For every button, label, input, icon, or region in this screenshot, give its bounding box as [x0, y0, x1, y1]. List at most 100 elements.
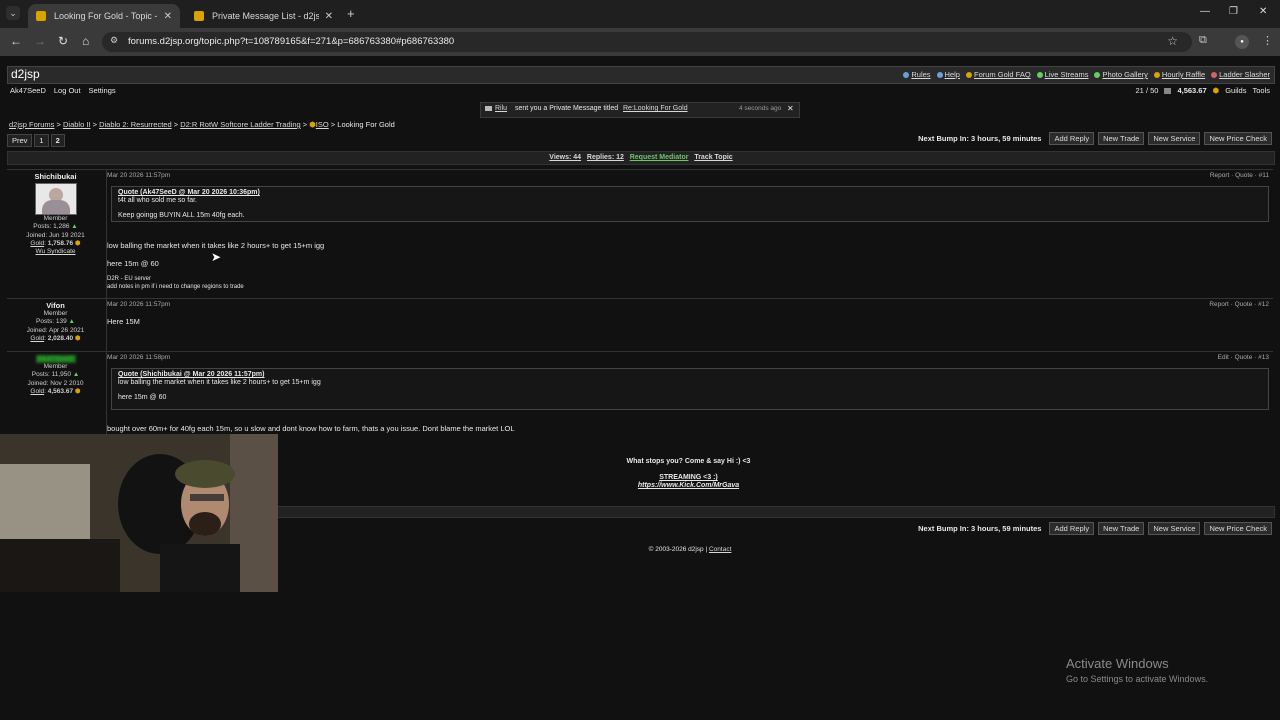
site-header: d2jsp Rules Help Forum Gold FAQ Live Str…: [7, 66, 1275, 84]
quote-line: here 15m @ 60: [118, 394, 167, 401]
post-timestamp: Mar 20 2026 11:58pm: [107, 354, 171, 361]
signature-line: add notes in pm if i need to change regi…: [107, 284, 244, 290]
add-reply-button[interactable]: Add Reply: [1049, 132, 1095, 145]
restore-icon[interactable]: ❐: [1229, 6, 1238, 17]
quote-header[interactable]: Quote (Ak47SeeD @ Mar 20 2026 10:36pm): [118, 189, 1262, 196]
close-window-icon[interactable]: ✕: [1259, 6, 1267, 17]
tab-search-icon[interactable]: ⌄: [6, 6, 20, 20]
views-link[interactable]: Views: 44: [549, 154, 581, 161]
edit-link[interactable]: Edit: [1218, 354, 1229, 361]
breadcrumb-forums[interactable]: d2jsp Forums: [9, 120, 54, 129]
author-guild-link[interactable]: Wu Syndicate: [36, 248, 76, 255]
page-1-button[interactable]: 1: [34, 134, 49, 147]
back-icon[interactable]: ←: [10, 34, 22, 48]
url-input[interactable]: ⚙ forums.d2jsp.org/topic.php?t=108789165…: [102, 32, 1192, 52]
settings-link[interactable]: Settings: [89, 86, 116, 95]
top-link-help[interactable]: Help: [936, 70, 960, 79]
top-link-hourly-raffle[interactable]: Hourly Raffle: [1153, 70, 1205, 79]
top-link-rules[interactable]: Rules: [903, 70, 931, 79]
post-text: bought over 60m+ for 40fg each 15m, so u…: [107, 424, 515, 433]
watermark-subtitle: Go to Settings to activate Windows.: [1066, 674, 1209, 684]
top-link-gold-faq[interactable]: Forum Gold FAQ: [965, 70, 1031, 79]
d2jsp-favicon-icon: [194, 11, 204, 21]
new-price-check-button[interactable]: New Price Check: [1204, 522, 1272, 535]
watermark-title: Activate Windows: [1066, 656, 1169, 671]
pagination: Prev 1 2: [7, 134, 65, 147]
track-topic-link[interactable]: Track Topic: [694, 154, 732, 161]
home-icon[interactable]: ⌂: [82, 34, 89, 48]
next-bump-text: Next Bump In: 3 hours, 59 minutes: [918, 524, 1042, 533]
new-service-button[interactable]: New Service: [1148, 522, 1201, 535]
new-trade-button[interactable]: New Trade: [1098, 132, 1145, 145]
quote-block: Quote (Ak47SeeD @ Mar 20 2026 10:36pm) t…: [111, 186, 1269, 222]
stream-link[interactable]: https://www.Kick.Com/MrGava: [107, 482, 1270, 489]
quote-link[interactable]: Quote: [1235, 301, 1253, 308]
pm-icon[interactable]: [1164, 87, 1172, 94]
signature-line: What stops you? Come & say Hi :) <3: [626, 458, 751, 465]
tab-title: Looking For Gold - Topic - d2jsp: [54, 11, 158, 21]
site-logo[interactable]: d2jsp: [11, 67, 40, 81]
breadcrumb-iso[interactable]: ISO: [316, 120, 329, 129]
extensions-icon[interactable]: ⧉: [1199, 34, 1207, 47]
user-bar: Ak47SeeD Log Out Settings 21 / 50 4,563.…: [7, 84, 1273, 98]
author-name[interactable]: Ak47SeeD: [35, 354, 76, 364]
replies-link[interactable]: Replies: 12: [587, 154, 624, 161]
site-info-icon[interactable]: ⚙: [110, 35, 118, 46]
pm-text: sent you a Private Message titled: [515, 105, 619, 112]
forward-icon[interactable]: →: [34, 34, 46, 48]
page-2-button[interactable]: 2: [50, 134, 65, 147]
post-number-link[interactable]: #11: [1259, 172, 1269, 179]
bookmark-star-icon[interactable]: ☆: [1167, 34, 1178, 48]
breadcrumb-current: Looking For Gold: [337, 120, 395, 129]
request-mediator-link[interactable]: Request Mediator: [630, 154, 689, 161]
minimize-icon[interactable]: —: [1200, 6, 1210, 17]
breadcrumb-ladder-trading[interactable]: D2:R RotW Softcore Ladder Trading: [180, 120, 300, 129]
guilds-link[interactable]: Guilds: [1225, 86, 1246, 95]
post-number-link[interactable]: #13: [1258, 354, 1269, 361]
prev-page-button[interactable]: Prev: [7, 134, 33, 147]
quote-link[interactable]: Quote: [1235, 172, 1253, 179]
logout-link[interactable]: Log Out: [54, 86, 81, 95]
gold-balance: 4,563.67: [1177, 86, 1207, 95]
tab-topic[interactable]: Looking For Gold - Topic - d2jsp ✕: [28, 4, 180, 28]
breadcrumb: d2jsp Forums > Diablo II > Diablo 2: Res…: [9, 120, 395, 129]
pm-counter[interactable]: 21 / 50: [1136, 86, 1159, 95]
close-notification-icon[interactable]: ✕: [787, 104, 794, 113]
new-service-button[interactable]: New Service: [1148, 132, 1201, 145]
envelope-icon: [485, 106, 492, 111]
gold-coin-icon: ⬢: [1212, 86, 1220, 95]
add-reply-button[interactable]: Add Reply: [1049, 522, 1095, 535]
tab-private-messages[interactable]: Private Message List - d2jsp ✕: [186, 4, 341, 28]
profile-avatar-icon[interactable]: ●: [1235, 35, 1249, 49]
post-author-info: Vifon Member Posts: 139 ▲ Joined: Apr 26…: [7, 299, 104, 343]
breadcrumb-diablo2[interactable]: Diablo II: [63, 120, 91, 129]
post-12: Vifon Member Posts: 139 ▲ Joined: Apr 26…: [7, 298, 1273, 351]
tools-link[interactable]: Tools: [1252, 86, 1270, 95]
top-link-ladder-slasher[interactable]: Ladder Slasher: [1211, 70, 1270, 79]
author-name[interactable]: Shichibukai: [7, 172, 104, 181]
contact-link[interactable]: Contact: [709, 546, 731, 553]
pm-sender-link[interactable]: Rilu: [495, 105, 507, 112]
page-content: d2jsp Rules Help Forum Gold FAQ Live Str…: [0, 56, 1280, 720]
new-trade-button[interactable]: New Trade: [1098, 522, 1145, 535]
top-link-live-streams[interactable]: Live Streams: [1036, 70, 1088, 79]
new-price-check-button[interactable]: New Price Check: [1204, 132, 1272, 145]
browser-menu-icon[interactable]: ⋮: [1262, 34, 1273, 47]
author-name[interactable]: Vifon: [7, 301, 104, 310]
username-link[interactable]: Ak47SeeD: [10, 86, 46, 95]
close-tab-icon[interactable]: ✕: [325, 11, 333, 22]
post-number-link[interactable]: #12: [1258, 301, 1269, 308]
breadcrumb-d2r[interactable]: Diablo 2: Resurrected: [99, 120, 172, 129]
quote-link[interactable]: Quote: [1235, 354, 1253, 361]
bump-row-top: Next Bump In: 3 hours, 59 minutes Add Re…: [918, 132, 1272, 145]
author-rank: Member: [43, 310, 68, 318]
browser-tab-bar: ⌄ Looking For Gold - Topic - d2jsp ✕ Pri…: [0, 0, 1280, 28]
report-link[interactable]: Report: [1209, 301, 1229, 308]
pm-subject-link[interactable]: Re:Looking For Gold: [623, 105, 688, 112]
top-link-photo-gallery[interactable]: Photo Gallery: [1094, 70, 1148, 79]
reload-icon[interactable]: ↻: [58, 34, 68, 48]
quote-header[interactable]: Quote (Shichibukai @ Mar 20 2026 11:57pm…: [118, 371, 1262, 378]
new-tab-icon[interactable]: +: [347, 6, 355, 21]
close-tab-icon[interactable]: ✕: [164, 11, 172, 22]
report-link[interactable]: Report: [1210, 172, 1230, 179]
